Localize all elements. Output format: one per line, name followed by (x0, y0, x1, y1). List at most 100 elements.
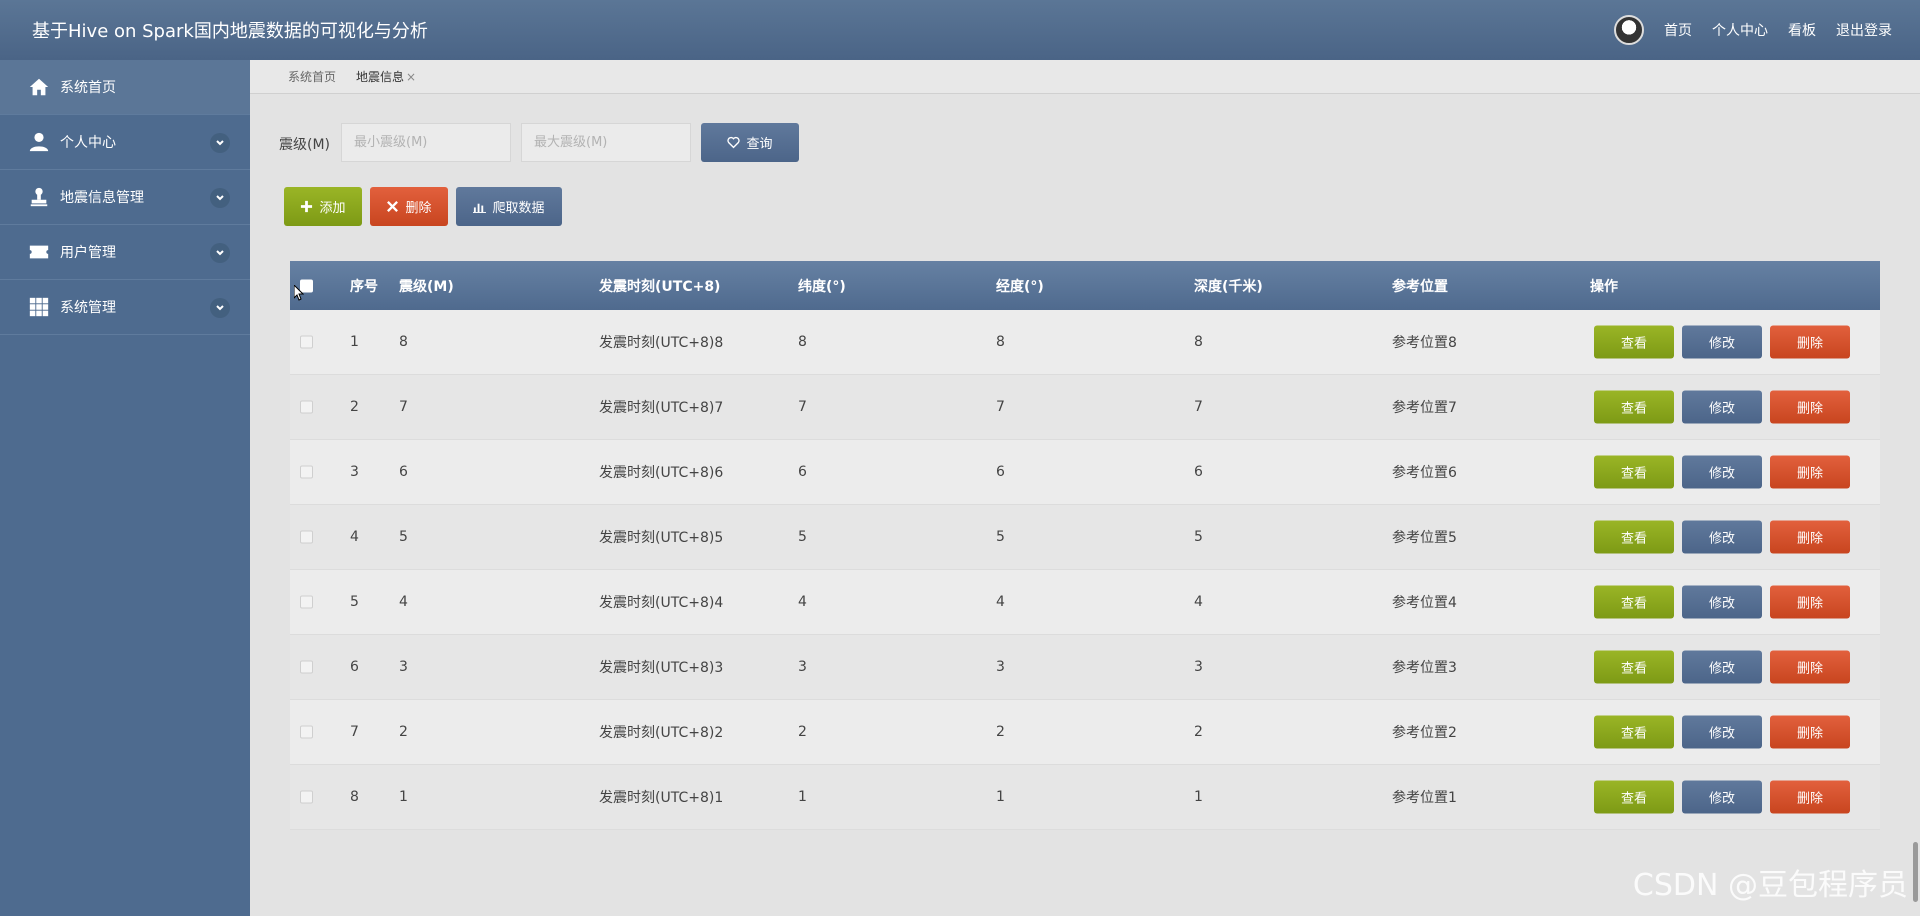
add-button[interactable]: 添加 (284, 187, 362, 226)
row-delete-button[interactable]: 删除 (1770, 780, 1850, 814)
row-checkbox[interactable] (300, 465, 313, 479)
view-button[interactable]: 查看 (1594, 390, 1674, 424)
bar-chart-icon (473, 203, 487, 213)
view-button[interactable]: 查看 (1594, 585, 1674, 619)
crawl-data-button[interactable]: 爬取数据 (456, 187, 562, 226)
row-checkbox[interactable] (300, 335, 313, 349)
nav-home-link[interactable]: 首页 (1664, 20, 1692, 40)
view-button[interactable]: 查看 (1594, 325, 1674, 359)
view-button[interactable]: 查看 (1594, 650, 1674, 684)
cell-depth: 7 (1194, 399, 1203, 415)
edit-button[interactable]: 修改 (1682, 585, 1762, 619)
cell-latitude: 4 (798, 594, 807, 610)
row-checkbox[interactable] (300, 400, 313, 414)
row-checkbox[interactable] (300, 725, 313, 739)
row-delete-button[interactable]: 删除 (1770, 585, 1850, 619)
avatar[interactable] (1614, 15, 1644, 45)
cell-magnitude: 3 (399, 659, 408, 675)
cell-depth: 6 (1194, 464, 1203, 480)
cell-time: 发震时刻(UTC+8)3 (599, 660, 724, 676)
user-icon (28, 131, 50, 153)
sidebar-item-label: 地震信息管理 (60, 190, 144, 206)
edit-button[interactable]: 修改 (1682, 780, 1762, 814)
row-checkbox[interactable] (300, 660, 313, 674)
sidebar-item-earthquake[interactable]: 地震信息管理 (0, 170, 250, 225)
cell-time: 发震时刻(UTC+8)5 (599, 530, 724, 546)
row-delete-button[interactable]: 删除 (1770, 650, 1850, 684)
cell-depth: 8 (1194, 334, 1203, 350)
cell-time: 发震时刻(UTC+8)4 (599, 595, 724, 611)
max-magnitude-input[interactable] (521, 123, 691, 162)
header-magnitude: 震级(M) (399, 278, 454, 295)
view-button[interactable]: 查看 (1594, 715, 1674, 749)
cell-location: 参考位置3 (1392, 660, 1457, 676)
view-button[interactable]: 查看 (1594, 780, 1674, 814)
nav-profile-link[interactable]: 个人中心 (1712, 20, 1768, 40)
view-button[interactable]: 查看 (1594, 520, 1674, 554)
sidebar-item-system[interactable]: 系统管理 (0, 280, 250, 335)
chevron-down-icon[interactable] (210, 243, 230, 263)
min-magnitude-input[interactable] (341, 123, 511, 162)
table-row: 2 7 发震时刻(UTC+8)7 7 7 7 参考位置7 查看 修改 删除 (290, 375, 1880, 440)
edit-button[interactable]: 修改 (1682, 325, 1762, 359)
nav-dashboard-link[interactable]: 看板 (1788, 20, 1816, 40)
row-checkbox[interactable] (300, 790, 313, 804)
cell-location: 参考位置6 (1392, 465, 1457, 481)
nav-logout-link[interactable]: 退出登录 (1836, 20, 1892, 40)
add-label: 添加 (319, 201, 346, 216)
cell-magnitude: 1 (399, 789, 408, 805)
scrollbar[interactable] (1913, 842, 1918, 902)
header-actions: 操作 (1590, 278, 1618, 295)
chevron-down-icon[interactable] (210, 133, 230, 153)
cell-depth: 4 (1194, 594, 1203, 610)
crawl-label: 爬取数据 (492, 201, 545, 216)
chevron-down-icon[interactable] (210, 188, 230, 208)
sidebar-item-users[interactable]: 用户管理 (0, 225, 250, 280)
row-delete-button[interactable]: 删除 (1770, 520, 1850, 554)
cell-index: 2 (350, 399, 359, 415)
row-delete-button[interactable]: 删除 (1770, 455, 1850, 489)
cell-latitude: 1 (798, 789, 807, 805)
cell-depth: 1 (1194, 789, 1203, 805)
edit-button[interactable]: 修改 (1682, 650, 1762, 684)
edit-button[interactable]: 修改 (1682, 715, 1762, 749)
app-title: 基于Hive on Spark国内地震数据的可视化与分析 (32, 21, 428, 42)
cell-time: 发震时刻(UTC+8)2 (599, 725, 724, 741)
cell-index: 3 (350, 464, 359, 480)
sidebar-item-label: 用户管理 (60, 245, 116, 261)
row-delete-button[interactable]: 删除 (1770, 715, 1850, 749)
cell-magnitude: 8 (399, 334, 408, 350)
sidebar-item-home[interactable]: 系统首页 (0, 60, 250, 115)
query-button[interactable]: 查询 (701, 123, 799, 162)
watermark: CSDN @豆包程序员 (1632, 868, 1908, 903)
cell-longitude: 6 (996, 464, 1005, 480)
tab-label: 地震信息 (356, 70, 405, 84)
cell-latitude: 8 (798, 334, 807, 350)
chevron-down-icon[interactable] (210, 298, 230, 318)
cell-magnitude: 4 (399, 594, 408, 610)
tab-home[interactable]: 系统首页 (288, 68, 336, 85)
delete-button[interactable]: 删除 (370, 187, 448, 226)
row-checkbox[interactable] (300, 530, 313, 544)
row-delete-button[interactable]: 删除 (1770, 390, 1850, 424)
tab-earthquake-info[interactable]: 地震信息 × (356, 68, 416, 85)
table-body: 1 8 发震时刻(UTC+8)8 8 8 8 参考位置8 查看 修改 删除 2 7 发震时刻(UTC+8… (290, 310, 1880, 830)
cell-location: 参考位置5 (1392, 530, 1457, 546)
sidebar-item-profile[interactable]: 个人中心 (0, 115, 250, 170)
close-icon[interactable]: × (406, 70, 416, 84)
cell-latitude: 5 (798, 529, 807, 545)
table-row: 3 6 发震时刻(UTC+8)6 6 6 6 参考位置6 查看 修改 删除 (290, 440, 1880, 505)
cell-time: 发震时刻(UTC+8)8 (599, 335, 724, 351)
edit-button[interactable]: 修改 (1682, 520, 1762, 554)
row-checkbox[interactable] (300, 595, 313, 609)
edit-button[interactable]: 修改 (1682, 455, 1762, 489)
view-button[interactable]: 查看 (1594, 455, 1674, 489)
table-row: 4 5 发震时刻(UTC+8)5 5 5 5 参考位置5 查看 修改 删除 (290, 505, 1880, 570)
heart-icon (727, 136, 741, 149)
cell-magnitude: 2 (399, 724, 408, 740)
header-longitude: 经度(°) (996, 278, 1044, 295)
grid-icon (28, 296, 50, 318)
row-delete-button[interactable]: 删除 (1770, 325, 1850, 359)
edit-button[interactable]: 修改 (1682, 390, 1762, 424)
cell-depth: 5 (1194, 529, 1203, 545)
